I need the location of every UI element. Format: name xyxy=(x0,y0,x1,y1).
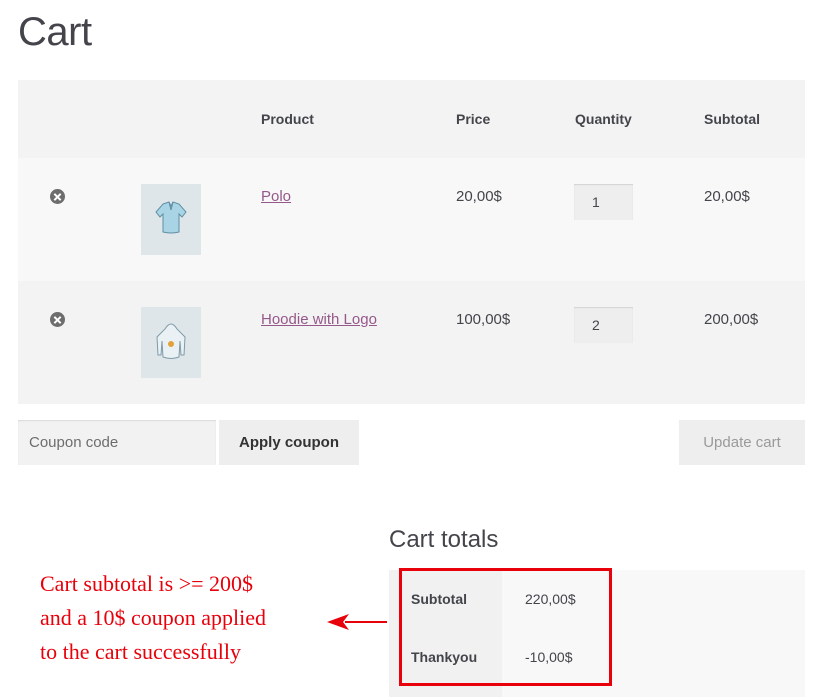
item-subtotal: 200,00$ xyxy=(704,311,759,328)
product-link-polo[interactable]: Polo xyxy=(261,188,291,205)
cart-table: Product Price Quantity Subtotal Polo 20,… xyxy=(18,80,805,404)
page-title: Cart xyxy=(18,10,92,54)
product-thumbnail-polo[interactable] xyxy=(141,184,201,255)
annotation-line: to the cart successfully xyxy=(40,639,241,664)
annotation-highlight-box xyxy=(399,568,612,686)
item-price: 100,00$ xyxy=(456,311,511,328)
cart-table-header: Product Price Quantity Subtotal xyxy=(18,80,805,158)
left-arrow-icon xyxy=(327,614,387,630)
header-price: Price xyxy=(456,111,491,127)
item-price: 20,00$ xyxy=(456,188,502,205)
remove-item-icon[interactable] xyxy=(50,312,65,327)
coupon-code-input[interactable] xyxy=(18,420,216,465)
annotation-line: Cart subtotal is >= 200$ xyxy=(40,571,254,596)
item-subtotal: 20,00$ xyxy=(704,188,750,205)
apply-coupon-button[interactable]: Apply coupon xyxy=(219,420,359,465)
annotation-text: Cart subtotal is >= 200$ and a 10$ coupo… xyxy=(40,567,266,669)
cart-totals-title: Cart totals xyxy=(389,526,499,553)
quantity-input[interactable] xyxy=(574,307,633,343)
cart-item-row: Polo 20,00$ 20,00$ xyxy=(18,158,805,281)
annotation-line: and a 10$ coupon applied xyxy=(40,605,267,630)
header-product: Product xyxy=(261,111,314,127)
remove-item-icon[interactable] xyxy=(50,189,65,204)
update-cart-button[interactable]: Update cart xyxy=(679,420,805,465)
header-subtotal: Subtotal xyxy=(704,111,760,127)
quantity-input[interactable] xyxy=(574,184,633,220)
cart-item-row: Hoodie with Logo 100,00$ 200,00$ xyxy=(18,281,805,404)
product-link-hoodie[interactable]: Hoodie with Logo xyxy=(261,311,377,328)
header-quantity: Quantity xyxy=(575,111,632,127)
product-thumbnail-hoodie[interactable] xyxy=(141,307,201,378)
